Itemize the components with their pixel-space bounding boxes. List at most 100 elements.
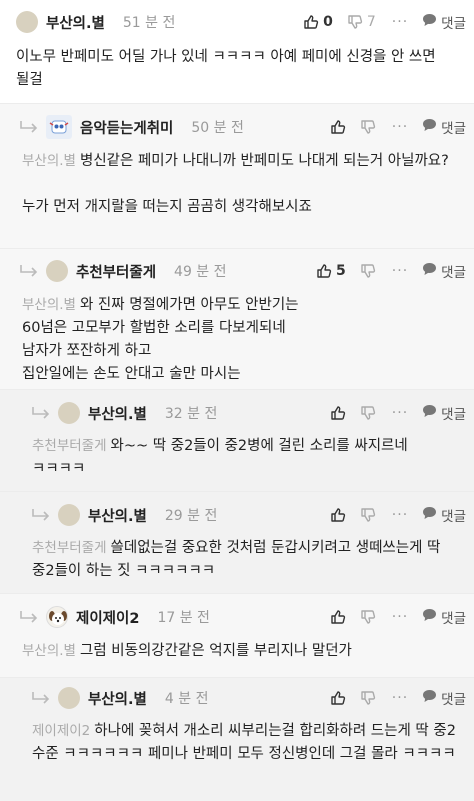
comment-text: 그럼 비동의강간같은 억지를 부리지나 말던가: [79, 643, 352, 659]
thumbs-down-icon: [360, 609, 376, 625]
avatar[interactable]: [58, 504, 80, 526]
reply-arrow-icon: [18, 263, 40, 279]
comment-body: 추천부터줄게 와~~ 딱 중2들이 중2병에 걸린 소리를 싸지르네 ㅋㅋㅋㅋ: [32, 435, 456, 481]
speech-bubble-icon: [422, 118, 441, 136]
avatar[interactable]: [46, 115, 72, 139]
thumbs-up-icon: [303, 14, 319, 30]
comment-item: 부산의.별 32 분 전 ··· 댓글 추천부터줄게 와~~ 딱 중2들이 중2병…: [0, 390, 474, 492]
reply-button[interactable]: 댓글: [422, 261, 466, 281]
thumbs-up-icon: [330, 507, 346, 523]
reply-button[interactable]: 댓글: [422, 12, 466, 32]
reply-button[interactable]: 댓글: [422, 688, 466, 708]
comment-body: 부산의.별 그럼 비동의강간같은 억지를 부리지나 말던가: [22, 640, 456, 663]
comment-item: 부산의.별 29 분 전 ··· 댓글 추천부터줄게 쓸데없는걸 중요한 것처럼 …: [0, 492, 474, 594]
thumbs-up-icon: [330, 609, 346, 625]
more-options-icon[interactable]: ···: [392, 507, 408, 523]
avatar[interactable]: [58, 687, 80, 709]
reply-label: 댓글: [441, 407, 466, 423]
thumbs-up-icon: [330, 119, 346, 135]
like-button[interactable]: [330, 507, 346, 523]
dislike-button[interactable]: [360, 690, 376, 706]
speech-bubble-icon: [422, 404, 441, 422]
avatar[interactable]: [58, 402, 80, 424]
speech-bubble-icon: [422, 13, 441, 31]
reply-button[interactable]: 댓글: [422, 607, 466, 627]
comment-time: 49 분 전: [174, 264, 227, 280]
more-options-icon[interactable]: ···: [392, 690, 408, 706]
dislike-button[interactable]: [360, 119, 376, 135]
avatar[interactable]: [46, 260, 68, 282]
speech-bubble-icon: [422, 689, 441, 707]
thumbs-down-icon: [360, 405, 376, 421]
thumbs-down-icon: [360, 263, 376, 279]
avatar[interactable]: [16, 11, 38, 33]
reply-arrow-icon: [18, 609, 40, 625]
comment-item: 부산의.별 4 분 전 ··· 댓글 제이제이2 하나에 꽂혀서 개소리 씨부리는…: [0, 678, 474, 801]
reply-arrow-icon: [30, 507, 52, 523]
reply-arrow-icon: [30, 690, 52, 706]
like-button[interactable]: [330, 405, 346, 421]
comment-author[interactable]: 추천부터줄게: [76, 261, 156, 282]
mention-tag[interactable]: 부산의.별: [22, 153, 76, 169]
like-button[interactable]: 5: [316, 263, 346, 279]
dislike-count: 7: [366, 14, 376, 30]
comment-time: 17 분 전: [157, 610, 210, 626]
comment-body: 추천부터줄게 쓸데없는걸 중요한 것처럼 둔갑시키려고 생떼쓰는게 딱 중2들이 …: [32, 537, 456, 583]
thumbs-down-icon: [360, 119, 376, 135]
more-options-icon[interactable]: ···: [392, 14, 408, 30]
comment-item: 부산의.별 51 분 전 0 7 ··· 댓글 이노무 반페미도 어딜 가나 있…: [0, 0, 474, 104]
comment-author[interactable]: 부산의.별: [88, 688, 147, 709]
comment-body: 제이제이2 하나에 꽂혀서 개소리 씨부리는걸 합리화하려 드는게 딱 중2 수준…: [32, 720, 462, 766]
reply-button[interactable]: 댓글: [422, 403, 466, 423]
reply-label: 댓글: [441, 509, 466, 525]
reply-label: 댓글: [441, 16, 466, 32]
dislike-button[interactable]: [360, 507, 376, 523]
comment-time: 29 분 전: [164, 508, 218, 524]
mention-tag[interactable]: 제이제이2: [32, 723, 90, 739]
like-button[interactable]: [330, 119, 346, 135]
dislike-button[interactable]: [360, 405, 376, 421]
like-count: 5: [336, 263, 346, 279]
like-button[interactable]: 0: [303, 14, 333, 30]
like-button[interactable]: [330, 609, 346, 625]
reply-label: 댓글: [441, 611, 466, 627]
speech-bubble-icon: [422, 262, 441, 280]
like-count: 0: [323, 14, 333, 30]
comment-author[interactable]: 제이제이2: [76, 607, 139, 628]
comment-item: 추천부터줄게 49 분 전 5 ··· 댓글 부산의.별 와 진짜 명절에가면 아…: [0, 249, 474, 390]
speech-bubble-icon: [422, 608, 441, 626]
thumbs-down-icon: [347, 14, 363, 30]
thumbs-up-icon: [316, 263, 332, 279]
thumbs-up-icon: [330, 690, 346, 706]
reply-label: 댓글: [441, 692, 466, 708]
comment-time: 32 분 전: [164, 406, 218, 422]
comment-text: 병신같은 페미가 나대니까 반페미도 나대게 되는거 아닐까요? 누가 먼저 개…: [22, 153, 449, 215]
comment-item: 음악듣는게취미 50 분 전 ··· 댓글 부산의.별 병신같은 페미가 나대니까…: [0, 104, 474, 249]
mention-tag[interactable]: 부산의.별: [22, 297, 76, 313]
mention-tag[interactable]: 추천부터줄게: [32, 540, 107, 556]
like-button[interactable]: [330, 690, 346, 706]
comment-text: 하나에 꽂혀서 개소리 씨부리는걸 합리화하려 드는게 딱 중2 수준 ㅋㅋㅋㅋ…: [32, 723, 461, 762]
reply-button[interactable]: 댓글: [422, 117, 466, 137]
comment-author[interactable]: 부산의.별: [46, 12, 105, 33]
more-options-icon[interactable]: ···: [392, 263, 408, 279]
reply-label: 댓글: [441, 265, 466, 281]
mention-tag[interactable]: 추천부터줄게: [32, 438, 107, 454]
reply-button[interactable]: 댓글: [422, 505, 466, 525]
thumbs-down-icon: [360, 690, 376, 706]
comment-body: 부산의.별 병신같은 페미가 나대니까 반페미도 나대게 되는거 아닐까요? 누가…: [22, 150, 456, 219]
comment-author[interactable]: 부산의.별: [88, 505, 147, 526]
more-options-icon[interactable]: ···: [392, 609, 408, 625]
dislike-button[interactable]: [360, 609, 376, 625]
avatar[interactable]: [46, 606, 68, 628]
comment-author[interactable]: 음악듣는게취미: [80, 117, 173, 138]
comment-author[interactable]: 부산의.별: [88, 403, 147, 424]
dislike-button[interactable]: 7: [347, 14, 376, 30]
speech-bubble-icon: [422, 506, 441, 524]
mention-tag[interactable]: 부산의.별: [22, 643, 76, 659]
dislike-button[interactable]: [360, 263, 376, 279]
comment-time: 50 분 전: [191, 120, 244, 136]
comment-time: 4 분 전: [164, 691, 209, 707]
more-options-icon[interactable]: ···: [392, 119, 408, 135]
more-options-icon[interactable]: ···: [392, 405, 408, 421]
